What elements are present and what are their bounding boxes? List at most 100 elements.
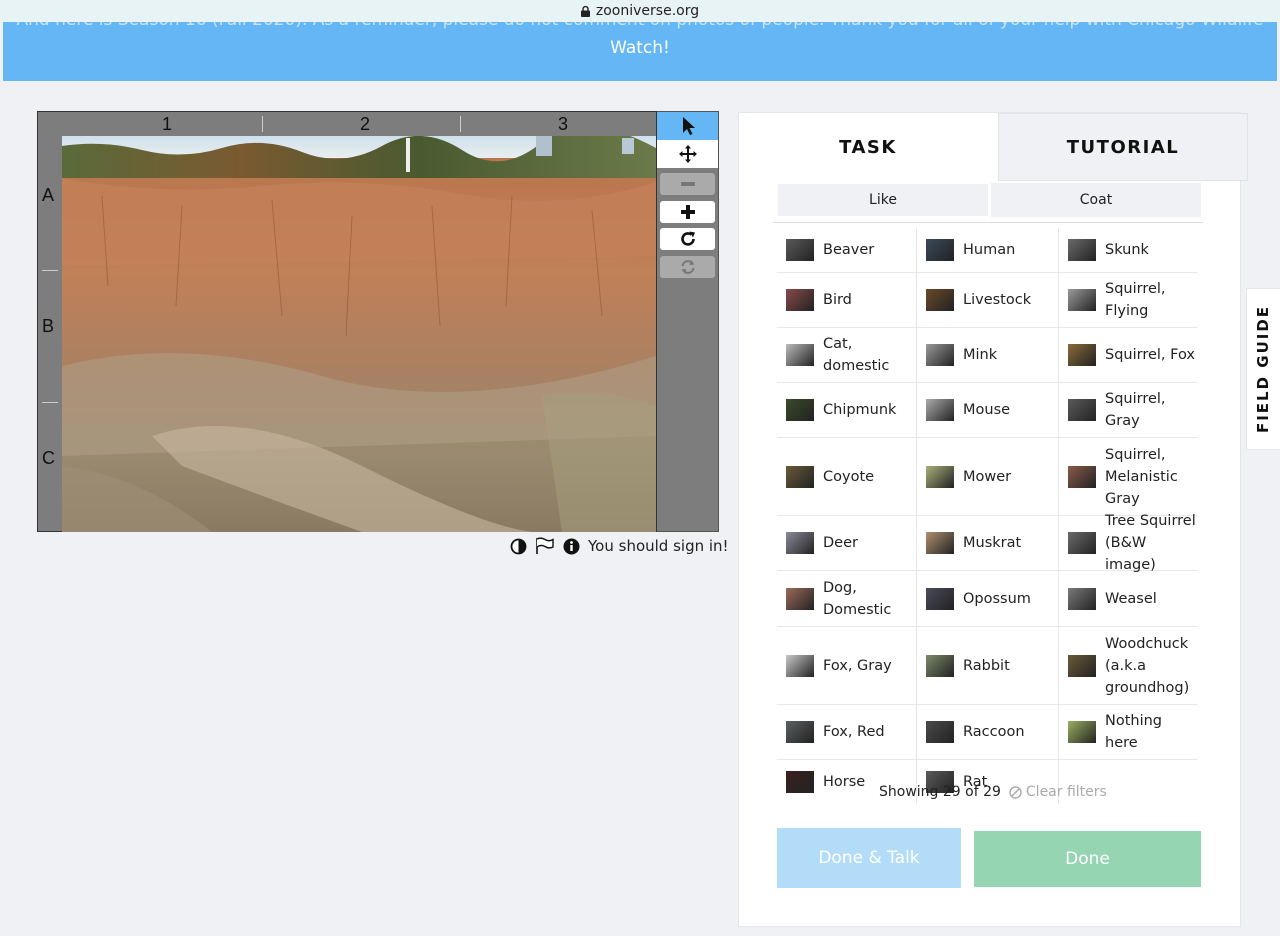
choice-item[interactable]: Tree Squirrel (B&W image) (1059, 513, 1198, 573)
choice-label: Squirrel, Melanistic Gray (1105, 446, 1178, 507)
zoom-out-button[interactable] (660, 173, 715, 195)
choice-label: Squirrel, Gray (1105, 391, 1166, 429)
reset-button[interactable] (660, 256, 715, 278)
choice-thumbnail (1068, 239, 1096, 261)
choice-item[interactable]: Fox, Gray (777, 627, 917, 705)
zoom-in-button[interactable] (660, 201, 715, 223)
choice-label: Fox, Gray (823, 657, 892, 674)
choice-item[interactable]: Coyote (777, 438, 917, 516)
url-text: zooniverse.org (595, 3, 700, 19)
choice-label: Dog, Domestic (823, 579, 892, 618)
choice-thumbnail (926, 344, 954, 366)
invert-button[interactable] (510, 538, 527, 555)
column-label: 2 (359, 114, 370, 134)
choice-item[interactable]: Chipmunk (777, 383, 917, 438)
choice-item[interactable]: Squirrel, Fox (1059, 328, 1198, 383)
choice-label: Human (963, 242, 1016, 258)
choice-thumbnail (926, 654, 954, 677)
choice-thumbnail (1068, 289, 1096, 311)
rotate-button[interactable] (660, 228, 715, 250)
choice-item[interactable]: Deer (777, 516, 917, 571)
choice-item[interactable]: Mower (917, 438, 1059, 516)
choice-thumbnail (926, 399, 954, 421)
choice-label: Squirrel, Fox (1105, 347, 1195, 363)
browser-url-bar[interactable]: zooniverse.org (0, 0, 1280, 22)
flag-button[interactable] (535, 537, 555, 555)
choice-label: Mink (963, 347, 998, 363)
row-label: C (42, 448, 55, 468)
choice-label: Muskrat (963, 535, 1022, 551)
choice-thumbnail (1068, 399, 1096, 421)
choice-item[interactable]: Weasel (1059, 571, 1198, 627)
choice-item[interactable]: Mink (917, 328, 1059, 383)
row-ruler: A B C (38, 136, 62, 532)
refresh-icon (681, 260, 694, 274)
choice-label: Bird (823, 292, 852, 308)
choice-label: Squirrel, Flying (1105, 281, 1166, 319)
choice-label: Nothing here (1105, 713, 1163, 751)
tab-task[interactable]: TASK (739, 113, 997, 181)
choice-item[interactable]: Livestock (917, 273, 1059, 328)
done-and-talk-button[interactable]: Done & Talk (777, 828, 961, 888)
choice-item[interactable]: Squirrel, Flying (1059, 273, 1198, 328)
choice-item[interactable]: Woodchuck (a.k.a groundhog) (1059, 627, 1198, 705)
choice-label: Cat, domestic (823, 336, 890, 374)
choice-item[interactable]: Muskrat (917, 516, 1059, 571)
choice-item[interactable]: Bird (777, 273, 917, 328)
plus-icon (680, 205, 695, 219)
choice-thumbnail (926, 239, 954, 261)
choice-item[interactable]: Skunk (1059, 228, 1198, 273)
subject-image[interactable] (62, 136, 656, 532)
filter-coat-button[interactable]: Coat (991, 183, 1201, 217)
choice-item[interactable]: Beaver (777, 228, 917, 273)
subject-meta-bar: You should sign in! (510, 536, 729, 556)
rotate-icon (680, 231, 695, 246)
choice-thumbnail (786, 289, 814, 311)
done-button[interactable]: Done (974, 831, 1201, 887)
ruler-tick (460, 116, 461, 132)
choice-item[interactable]: Squirrel, Melanistic Gray (1059, 438, 1198, 516)
choice-item[interactable]: Cat, domestic (777, 328, 917, 383)
choice-label: Tree Squirrel (B&W image) (1105, 513, 1196, 573)
annotate-tool-button[interactable] (657, 112, 718, 140)
choice-item[interactable]: Nothing here (1059, 705, 1198, 760)
choice-thumbnail (1068, 587, 1096, 610)
choice-thumbnail (786, 587, 814, 610)
choice-label: Mower (963, 468, 1012, 485)
subject-viewer[interactable]: 1 2 3 A B C (37, 111, 657, 532)
sign-in-notice: You should sign in! (588, 537, 729, 555)
choice-label: Woodchuck (a.k.a groundhog) (1105, 635, 1190, 696)
choice-thumbnail (786, 532, 814, 554)
metadata-button[interactable] (563, 538, 580, 555)
field-guide-button[interactable]: FIELD GUIDE (1246, 288, 1280, 450)
column-label: 3 (557, 114, 568, 134)
pointer-icon (682, 117, 695, 135)
choice-label: Coyote (823, 468, 875, 485)
move-tool-button[interactable] (657, 140, 718, 168)
choice-item[interactable]: Dog, Domestic (777, 571, 917, 627)
field-guide-label: FIELD GUIDE (1254, 304, 1273, 434)
choice-item[interactable]: Opossum (917, 571, 1059, 627)
choice-item[interactable]: Raccoon (917, 705, 1059, 760)
choice-label: Horse (823, 774, 866, 790)
choice-item[interactable]: Rabbit (917, 627, 1059, 705)
clear-filters-button[interactable]: Clear filters (1009, 784, 1107, 800)
choice-thumbnail (1068, 532, 1096, 554)
column-label: 1 (161, 114, 172, 134)
choice-thumbnail (1068, 721, 1096, 743)
filter-bar: Like Coat (773, 179, 1203, 223)
choice-item[interactable]: Fox, Red (777, 705, 917, 760)
contrast-icon (510, 538, 527, 554)
choice-thumbnail (786, 654, 814, 677)
tab-tutorial[interactable]: TUTORIAL (998, 113, 1248, 181)
choice-thumbnail (786, 239, 814, 261)
filter-like-button[interactable]: Like (777, 183, 989, 217)
choice-thumbnail (926, 532, 954, 554)
choice-item[interactable]: Mouse (917, 383, 1059, 438)
choice-label: Beaver (823, 242, 875, 258)
choice-label: Livestock (963, 292, 1032, 308)
choice-item[interactable]: Squirrel, Gray (1059, 383, 1198, 438)
choice-thumbnail (1068, 344, 1096, 366)
choice-item[interactable]: Human (917, 228, 1059, 273)
choice-label: Skunk (1105, 242, 1149, 258)
